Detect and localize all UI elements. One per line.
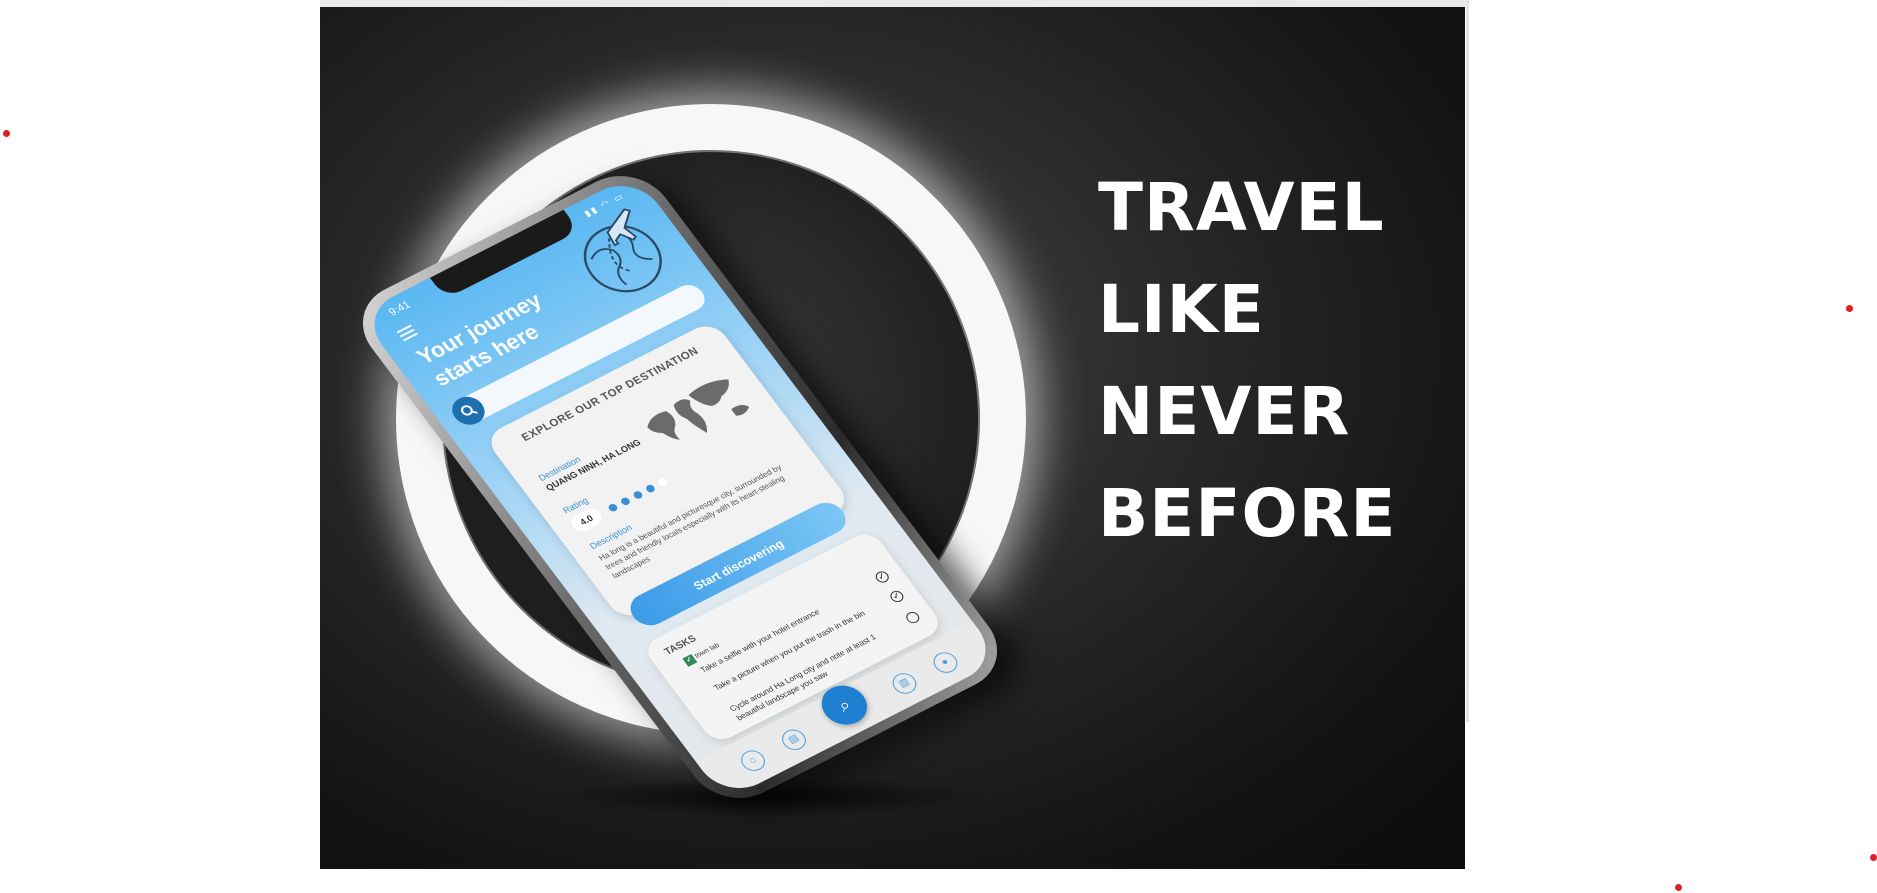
promo-image: 9:41 ▮▮ ◠ ▭ Your journey starts here EXP… (320, 7, 1465, 869)
right-edge-line (1466, 0, 1469, 722)
red-marker-dot (1675, 884, 1682, 891)
red-marker-dot (3, 130, 10, 137)
rating-dot (644, 483, 657, 494)
red-marker-dot (1846, 305, 1853, 312)
rating-dot (656, 477, 669, 488)
status-time: 9:41 (386, 299, 414, 319)
red-marker-dot (1870, 854, 1877, 861)
check-icon[interactable]: ✓ (887, 588, 906, 605)
rating-dot (619, 496, 632, 507)
empty-circle-icon[interactable] (903, 609, 922, 626)
book-tab-icon[interactable]: ▥ (887, 669, 922, 698)
check-icon[interactable]: ✓ (873, 569, 892, 585)
slogan-line: BEFORE (1098, 475, 1397, 552)
rating-dot (606, 502, 619, 513)
slogan-line: NEVER (1098, 373, 1351, 450)
hotel-tab-icon[interactable]: ⌂ (736, 746, 770, 775)
search-icon[interactable] (445, 391, 491, 430)
document-tab-icon[interactable]: ▤ (777, 725, 811, 754)
hamburger-menu-icon[interactable] (395, 322, 420, 344)
slogan: TRAVEL LIKE NEVER BEFORE (1098, 157, 1397, 565)
slogan-line: LIKE (1098, 271, 1265, 348)
rating-dot (631, 489, 644, 501)
top-edge-line (320, 0, 1466, 7)
slogan-line: TRAVEL (1098, 169, 1385, 246)
profile-tab-icon[interactable]: ● (928, 648, 963, 677)
